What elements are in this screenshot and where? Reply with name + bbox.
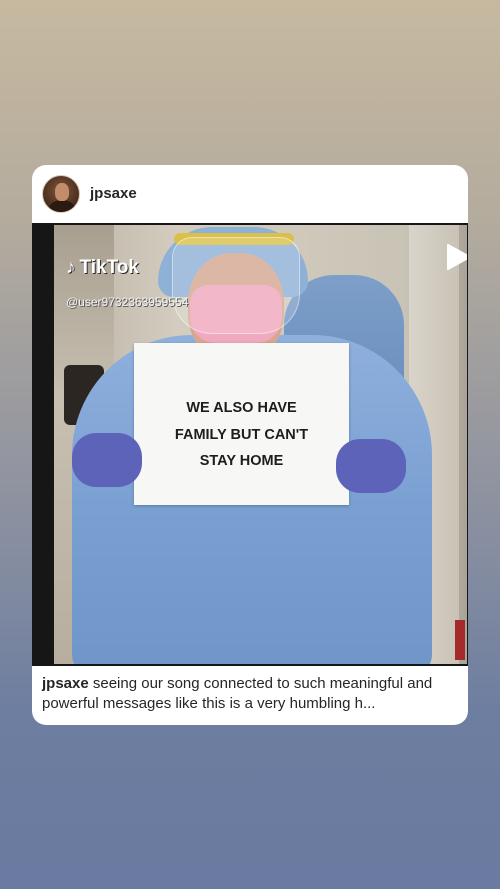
right-gloved-hand <box>336 439 406 493</box>
story-post-card[interactable]: jpsaxe ♪ TikTok @user9732363959554 WE ALS… <box>32 165 468 725</box>
tiktok-brand-text: TikTok <box>79 257 139 278</box>
sign-line: STAY HOME <box>199 453 284 469</box>
tiktok-username: @user9732363959554 <box>66 295 189 309</box>
sign-line: FAMILY BUT CAN'T <box>174 426 309 443</box>
sign-line: WE ALSO HAVE <box>186 400 297 416</box>
tiktok-watermark: ♪ TikTok <box>66 257 139 279</box>
avatar-face-shape <box>55 183 69 201</box>
video-frame: ♪ TikTok @user9732363959554 WE ALSO HAVE … <box>54 225 467 664</box>
sign-text: WE ALSO HAVE FAMILY BUT CAN'T STAY HOME <box>134 395 349 475</box>
avatar[interactable] <box>42 175 80 213</box>
tiktok-note-icon: ♪ <box>66 257 76 278</box>
background-red-object <box>455 620 465 660</box>
post-media[interactable]: ♪ TikTok @user9732363959554 WE ALSO HAVE … <box>32 223 468 666</box>
username[interactable]: jpsaxe <box>90 185 137 202</box>
left-gloved-hand <box>72 433 142 487</box>
caption-text: seeing our song connected to such meanin… <box>42 675 433 712</box>
hand-held-sign: WE ALSO HAVE FAMILY BUT CAN'T STAY HOME <box>134 343 349 505</box>
play-icon[interactable] <box>443 242 467 272</box>
avatar-body-shape <box>49 200 75 212</box>
face-shield <box>172 237 300 334</box>
post-header: jpsaxe <box>32 165 468 223</box>
post-caption: jpsaxe seeing our song connected to such… <box>42 674 460 714</box>
caption-username[interactable]: jpsaxe <box>42 675 89 692</box>
